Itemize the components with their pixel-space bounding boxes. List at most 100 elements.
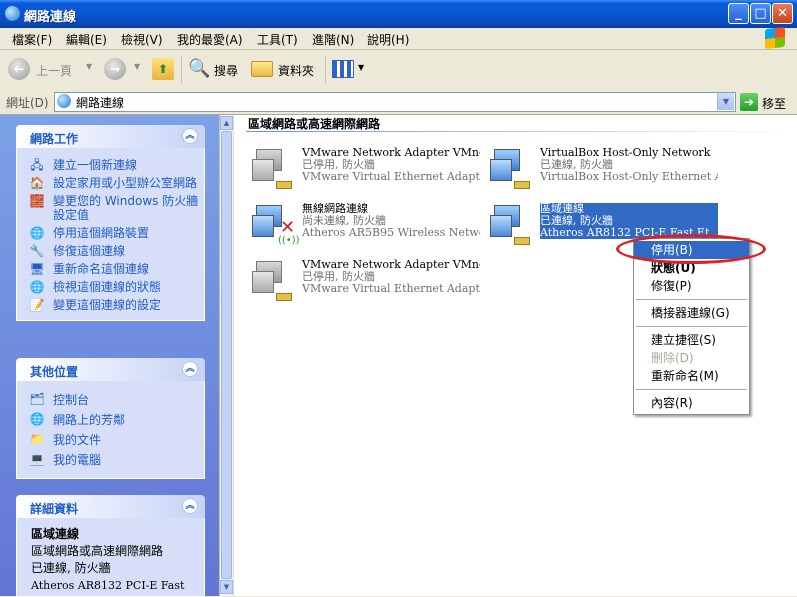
menu-item-bridge[interactable]: 橋接器連線(G) <box>634 304 749 322</box>
collapse-chevron-icon[interactable]: ︽ <box>182 361 198 377</box>
network-tasks-title: 網路工作 <box>30 132 79 146</box>
connection-virtualbox[interactable]: VirtualBox Host-Only Network 已連線, 防火牆 Vi… <box>488 147 718 195</box>
search-label: 搜尋 <box>214 64 239 78</box>
forward-button[interactable]: → ▼ <box>104 58 144 82</box>
task-pane: 網路工作 ︽ 🖧 建立一個新連線 🏠 設定家用或小型辦公室網路 🧱 變更您的 Wind… <box>0 115 220 597</box>
views-dropdown-icon: ▼ <box>358 63 365 72</box>
connection-name: 區域連線 <box>540 203 584 215</box>
menu-item-create-shortcut[interactable]: 建立捷徑(S) <box>634 331 749 349</box>
place-label: 網路上的芳鄰 <box>53 413 126 427</box>
menu-item-status[interactable]: 狀態(U) <box>634 259 749 277</box>
connection-status: 已連線, 防火牆 <box>540 159 613 171</box>
place-my-computer[interactable]: 💻 我的電腦 <box>17 450 204 470</box>
task-repair-connection[interactable]: 🔧 修復這個連線 <box>17 242 204 260</box>
computer-icon: 💻 <box>29 452 45 466</box>
forward-dropdown-icon[interactable]: ▼ <box>134 62 140 71</box>
place-label: 控制台 <box>53 393 90 407</box>
forward-arrow-icon: → <box>104 58 126 80</box>
menu-item-properties[interactable]: 內容(R) <box>634 394 749 412</box>
connection-vmnet1[interactable]: VMware Network Adapter VMnet1 已停用, 防火牆 V… <box>250 259 480 307</box>
settings-icon: 📝 <box>29 298 45 312</box>
menu-tools[interactable]: 工具(T) <box>257 31 298 48</box>
close-button[interactable]: ✕ <box>772 3 793 24</box>
folders-label: 資料夾 <box>278 64 315 78</box>
task-setup-home-network[interactable]: 🏠 設定家用或小型辦公室網路 <box>17 174 204 192</box>
connection-wireless[interactable]: ✕ ((•)) 無線網路連線 尚未連線, 防火牆 Atheros AR5B95 … <box>250 203 480 251</box>
menu-edit[interactable]: 編輯(E) <box>66 31 107 48</box>
scroll-down-button[interactable]: ▼ <box>220 580 233 594</box>
menu-advanced[interactable]: 進階(N) <box>312 31 354 48</box>
context-menu: 停用(B) 狀態(U) 修復(P) 橋接器連線(G) 建立捷徑(S) 刪除(D)… <box>633 238 750 415</box>
menu-view[interactable]: 檢視(V) <box>121 31 163 48</box>
connection-status: 已停用, 防火牆 <box>302 159 375 171</box>
firewall-icon: 🧱 <box>29 194 45 208</box>
task-change-settings[interactable]: 📝 變更這個連線的設定 <box>17 296 204 314</box>
group-divider <box>246 131 791 132</box>
status-icon: 🌐 <box>29 280 45 294</box>
task-rename-connection[interactable]: 🖥 重新命名這個連線 <box>17 260 204 278</box>
task-label: 修復這個連線 <box>53 244 126 258</box>
task-label: 設定家用或小型辦公室網路 <box>53 176 198 190</box>
task-label: 建立一個新連線 <box>53 158 138 172</box>
network-connection-icon <box>488 203 534 249</box>
menu-bar: 檔案(F) 編輯(E) 檢視(V) 我的最愛(A) 工具(T) 進階(N) 說明… <box>0 26 797 50</box>
task-create-new-connection[interactable]: 🖧 建立一個新連線 <box>17 156 204 174</box>
network-tasks-panel: 網路工作 ︽ 🖧 建立一個新連線 🏠 設定家用或小型辦公室網路 🧱 變更您的 Wind… <box>16 125 205 321</box>
connection-vmnet8[interactable]: VMware Network Adapter VMnet8 已停用, 防火牆 V… <box>250 147 480 195</box>
views-button[interactable]: ▼ <box>332 58 366 82</box>
go-button[interactable]: ➔ 移至 <box>740 92 794 112</box>
other-places-header[interactable]: 其他位置 ︽ <box>16 358 205 381</box>
menu-separator <box>636 389 747 390</box>
menu-favorites[interactable]: 我的最愛(A) <box>177 31 243 48</box>
minimize-button[interactable]: _ <box>728 3 749 24</box>
window-title: 網路連線 <box>24 10 77 25</box>
vertical-scrollbar[interactable]: ▲ ▼ <box>220 115 234 596</box>
up-folder-icon[interactable]: ⬆ <box>152 58 174 80</box>
network-connection-icon <box>250 147 296 193</box>
connection-device: VirtualBox Host-Only Ethernet Ada... <box>540 171 718 183</box>
go-arrow-icon: ➔ <box>740 93 758 111</box>
wireless-signal-icon: ((•)) <box>278 235 300 246</box>
place-label: 我的文件 <box>53 433 102 447</box>
menu-item-repair[interactable]: 修復(P) <box>634 277 749 295</box>
collapse-chevron-icon[interactable]: ︽ <box>182 128 198 144</box>
task-label: 重新命名這個連線 <box>53 262 150 276</box>
network-tasks-header[interactable]: 網路工作 ︽ <box>16 125 205 148</box>
menu-help[interactable]: 說明(H) <box>367 31 409 48</box>
address-dropdown-button[interactable]: ▼ <box>717 93 734 110</box>
maximize-button[interactable]: □ <box>750 3 771 24</box>
details-panel: 詳細資料 ︽ 區域連線 區域網路或高速網際網路 已連線, 防火牆 Atheros… <box>16 495 205 597</box>
connection-name: VirtualBox Host-Only Network <box>540 147 711 159</box>
task-disable-device[interactable]: 🌐 停用這個網路裝置 <box>17 224 204 242</box>
place-network-neighborhood[interactable]: 🌐 網路上的芳鄰 <box>17 410 204 430</box>
search-button[interactable]: 🔍 搜尋 <box>188 58 244 82</box>
menu-item-disable[interactable]: 停用(B) <box>634 241 749 259</box>
control-panel-icon: 🗂 <box>29 392 45 406</box>
details-title: 詳細資料 <box>30 502 79 516</box>
scroll-up-button[interactable]: ▲ <box>220 116 233 130</box>
network-connection-icon <box>488 147 534 193</box>
scroll-thumb[interactable] <box>221 131 232 579</box>
menu-item-rename[interactable]: 重新命名(M) <box>634 367 749 385</box>
title-bar[interactable]: 網路連線 _ □ ✕ <box>0 0 797 28</box>
menu-separator <box>636 299 747 300</box>
menu-file[interactable]: 檔案(F) <box>12 31 52 48</box>
task-label: 變更您的 Windows 防火牆設定值 <box>53 194 199 222</box>
address-bar: 網址(D) 網路連線 ▼ ➔ 移至 <box>0 90 797 115</box>
rename-icon: 🖥 <box>29 262 45 276</box>
address-label: 網址(D) <box>6 96 49 110</box>
details-header[interactable]: 詳細資料 ︽ <box>16 495 205 518</box>
new-connection-icon: 🖧 <box>30 158 44 172</box>
place-control-panel[interactable]: 🗂 控制台 <box>17 390 204 410</box>
address-input[interactable]: 網路連線 ▼ <box>54 92 736 112</box>
menu-separator <box>636 326 747 327</box>
place-my-documents[interactable]: 📁 我的文件 <box>17 430 204 450</box>
back-dropdown-icon[interactable]: ▼ <box>86 62 92 71</box>
task-label: 檢視這個連線的狀態 <box>53 280 162 294</box>
folders-button[interactable]: 資料夾 <box>251 58 323 82</box>
connection-device: Atheros AR5B95 Wireless Network ... <box>302 227 480 239</box>
task-change-firewall-settings[interactable]: 🧱 變更您的 Windows 防火牆設定值 <box>17 192 204 224</box>
collapse-chevron-icon[interactable]: ︽ <box>182 498 198 514</box>
network-icon <box>57 94 71 108</box>
task-view-status[interactable]: 🌐 檢視這個連線的狀態 <box>17 278 204 296</box>
